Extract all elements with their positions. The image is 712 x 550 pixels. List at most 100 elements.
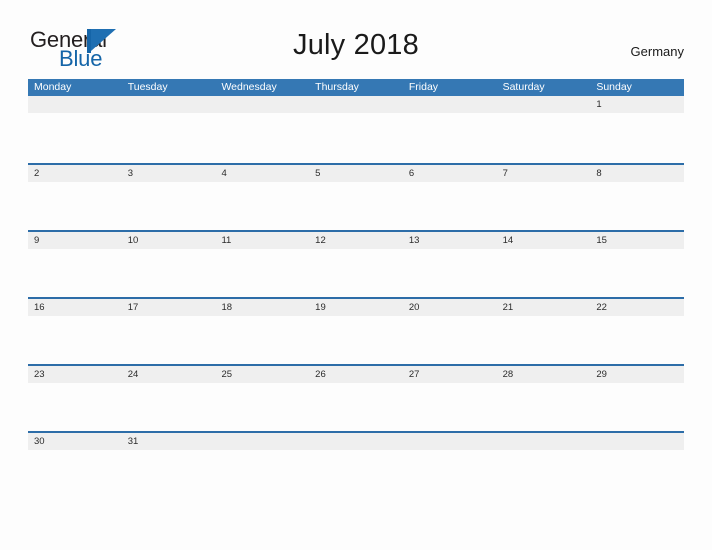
calendar-day-cell[interactable]: 27 xyxy=(403,366,497,383)
calendar-day-notes-area[interactable] xyxy=(403,182,497,230)
calendar-day-notes-area[interactable] xyxy=(28,316,122,364)
calendar-day-cell[interactable]: 25 xyxy=(215,366,309,383)
calendar-week-body xyxy=(28,249,684,297)
calendar-day-notes-area[interactable] xyxy=(122,383,216,431)
calendar-day-number-band: 30 31 xyxy=(28,433,684,450)
calendar-day-cell-empty xyxy=(590,433,684,450)
calendar-day-cell-empty xyxy=(309,433,403,450)
calendar-day-cell[interactable]: 3 xyxy=(122,165,216,182)
calendar-day-notes-area[interactable] xyxy=(497,316,591,364)
calendar-day-cell[interactable]: 24 xyxy=(122,366,216,383)
weekday-header-row: Monday Tuesday Wednesday Thursday Friday… xyxy=(28,79,684,96)
calendar-day-number-band: 1 xyxy=(28,96,684,113)
calendar-day-cell[interactable]: 4 xyxy=(215,165,309,182)
calendar-day-number-band: 9 10 11 12 13 14 15 xyxy=(28,232,684,249)
calendar-week-row: 1 xyxy=(28,96,684,163)
calendar-day-cell[interactable]: 5 xyxy=(309,165,403,182)
calendar-day-cell-empty xyxy=(28,96,122,113)
calendar-day-cell[interactable]: 19 xyxy=(309,299,403,316)
calendar-day-notes-area[interactable] xyxy=(122,450,216,498)
calendar-day-cell[interactable]: 23 xyxy=(28,366,122,383)
calendar-day-notes-area[interactable] xyxy=(122,249,216,297)
calendar-day-notes-area[interactable] xyxy=(590,113,684,161)
calendar-week-row: 30 31 xyxy=(28,431,684,498)
calendar-day-cell[interactable]: 2 xyxy=(28,165,122,182)
calendar-day-cell[interactable]: 22 xyxy=(590,299,684,316)
calendar-day-cell[interactable]: 17 xyxy=(122,299,216,316)
calendar-day-notes-area[interactable] xyxy=(403,316,497,364)
page-title: July 2018 xyxy=(293,29,419,61)
calendar-day-cell[interactable]: 18 xyxy=(215,299,309,316)
calendar-day-notes-area[interactable] xyxy=(403,383,497,431)
calendar-day-cell[interactable]: 8 xyxy=(590,165,684,182)
calendar-day-cell-empty xyxy=(309,96,403,113)
calendar-day-cell[interactable]: 29 xyxy=(590,366,684,383)
calendar-day-notes-area xyxy=(28,113,122,161)
calendar-grid: Monday Tuesday Wednesday Thursday Friday… xyxy=(28,79,684,498)
calendar-day-cell[interactable]: 7 xyxy=(497,165,591,182)
calendar-day-cell[interactable]: 9 xyxy=(28,232,122,249)
calendar-week-body xyxy=(28,182,684,230)
weekday-header-thursday: Thursday xyxy=(315,81,359,93)
calendar-day-notes-area[interactable] xyxy=(590,383,684,431)
calendar-day-cell[interactable]: 28 xyxy=(497,366,591,383)
calendar-day-cell[interactable]: 12 xyxy=(309,232,403,249)
calendar-day-notes-area[interactable] xyxy=(28,450,122,498)
weekday-header-wednesday: Wednesday xyxy=(221,81,277,93)
calendar-day-cell[interactable]: 14 xyxy=(497,232,591,249)
calendar-day-notes-area[interactable] xyxy=(590,316,684,364)
calendar-day-notes-area[interactable] xyxy=(122,316,216,364)
calendar-day-notes-area[interactable] xyxy=(497,249,591,297)
weekday-header-monday: Monday xyxy=(34,81,72,93)
calendar-day-notes-area xyxy=(122,113,216,161)
calendar-day-notes-area xyxy=(403,450,497,498)
country-label: Germany xyxy=(630,44,684,59)
calendar-week-row: 23 24 25 26 27 28 29 xyxy=(28,364,684,431)
calendar-day-cell[interactable]: 30 xyxy=(28,433,122,450)
calendar-day-notes-area[interactable] xyxy=(28,249,122,297)
calendar-day-cell[interactable]: 10 xyxy=(122,232,216,249)
calendar-day-cell-empty xyxy=(403,96,497,113)
calendar-day-notes-area[interactable] xyxy=(497,383,591,431)
calendar-day-cell[interactable]: 15 xyxy=(590,232,684,249)
calendar-day-cell-empty xyxy=(215,433,309,450)
calendar-day-cell[interactable]: 13 xyxy=(403,232,497,249)
calendar-week-body xyxy=(28,383,684,431)
calendar-day-notes-area[interactable] xyxy=(215,316,309,364)
calendar-week-body xyxy=(28,316,684,364)
calendar-week-list: 1 2 3 4 5 6 7 8 9 10 11 12 13 14 15 16 17 18 19 20 21 22 23 24 2… xyxy=(28,96,684,498)
calendar-day-cell[interactable]: 26 xyxy=(309,366,403,383)
calendar-week-row: 16 17 18 19 20 21 22 xyxy=(28,297,684,364)
calendar-day-cell[interactable]: 1 xyxy=(590,96,684,113)
calendar-day-notes-area[interactable] xyxy=(215,383,309,431)
calendar-day-number-band: 2345678 xyxy=(28,165,684,182)
calendar-week-body xyxy=(28,113,684,161)
calendar-day-notes-area[interactable] xyxy=(28,383,122,431)
calendar-day-notes-area[interactable] xyxy=(590,182,684,230)
calendar-day-cell[interactable]: 16 xyxy=(28,299,122,316)
calendar-day-notes-area xyxy=(215,450,309,498)
calendar-day-notes-area[interactable] xyxy=(122,182,216,230)
calendar-day-cell[interactable]: 11 xyxy=(215,232,309,249)
calendar-day-cell[interactable]: 20 xyxy=(403,299,497,316)
calendar-day-cell[interactable]: 31 xyxy=(122,433,216,450)
calendar-day-notes-area[interactable] xyxy=(497,182,591,230)
page-header: General Blue July 2018 Germany xyxy=(0,0,712,78)
calendar-day-notes-area[interactable] xyxy=(309,182,403,230)
calendar-day-cell-empty xyxy=(497,96,591,113)
calendar-day-cell[interactable]: 21 xyxy=(497,299,591,316)
calendar-day-notes-area[interactable] xyxy=(309,383,403,431)
calendar-week-row: 2345678 xyxy=(28,163,684,230)
calendar-day-notes-area[interactable] xyxy=(28,182,122,230)
calendar-day-notes-area[interactable] xyxy=(309,316,403,364)
calendar-day-notes-area[interactable] xyxy=(309,249,403,297)
calendar-day-cell[interactable]: 6 xyxy=(403,165,497,182)
calendar-day-notes-area[interactable] xyxy=(590,249,684,297)
calendar-day-number-band: 16 17 18 19 20 21 22 xyxy=(28,299,684,316)
calendar-day-notes-area[interactable] xyxy=(215,182,309,230)
calendar-day-number-band: 23 24 25 26 27 28 29 xyxy=(28,366,684,383)
calendar-day-notes-area[interactable] xyxy=(215,249,309,297)
calendar-day-cell-empty xyxy=(497,433,591,450)
calendar-day-cell-empty xyxy=(122,96,216,113)
calendar-day-notes-area[interactable] xyxy=(403,249,497,297)
